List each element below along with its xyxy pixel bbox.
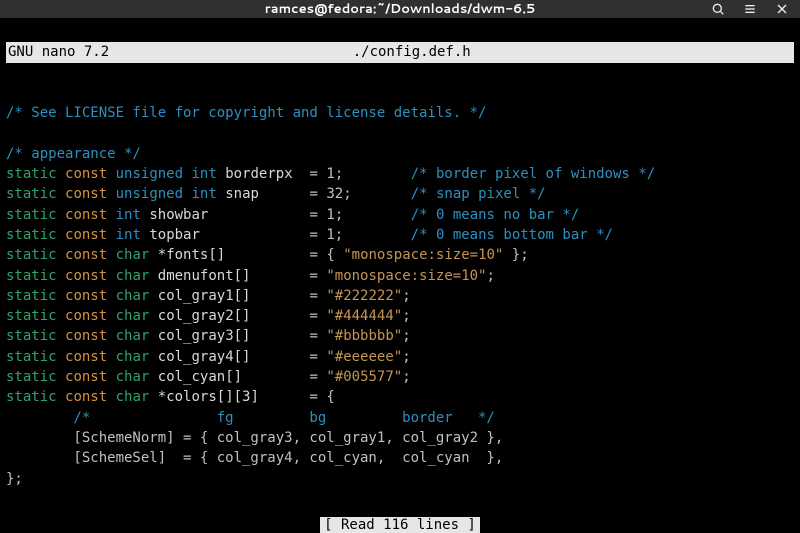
nano-file-name: ./config.def.h [353,42,794,62]
code-line: [SchemeSel] = { col_gray4, col_cyan, col… [6,450,503,466]
window-title: ramces@fedora:~/Downloads/dwm-6.5 [265,0,535,18]
code-comment: /* appearance */ [6,146,141,162]
editor-content[interactable]: /* See LICENSE file for copyright and li… [6,83,794,489]
terminal-area[interactable]: GNU nano 7.2./config.def.h /* See LICENS… [0,18,800,533]
nano-status-line: [ Read 116 lines ] [6,515,794,533]
code-line: [SchemeNorm] = { col_gray3, col_gray1, c… [6,430,503,446]
close-icon[interactable] [768,0,796,23]
nano-status-text: [ Read 116 lines ] [320,517,480,533]
menu-icon[interactable] [736,0,764,23]
window-controls [704,0,796,18]
window-titlebar: ramces@fedora:~/Downloads/dwm-6.5 [0,0,800,18]
search-icon[interactable] [704,0,732,23]
code-comment: /* See LICENSE file for copyright and li… [6,105,486,121]
nano-titlebar: GNU nano 7.2./config.def.h [6,42,794,62]
code-line: }; [6,471,23,487]
nano-app-name: GNU nano 7.2 [6,42,353,62]
code-comment: /* fg bg border */ [6,410,495,426]
